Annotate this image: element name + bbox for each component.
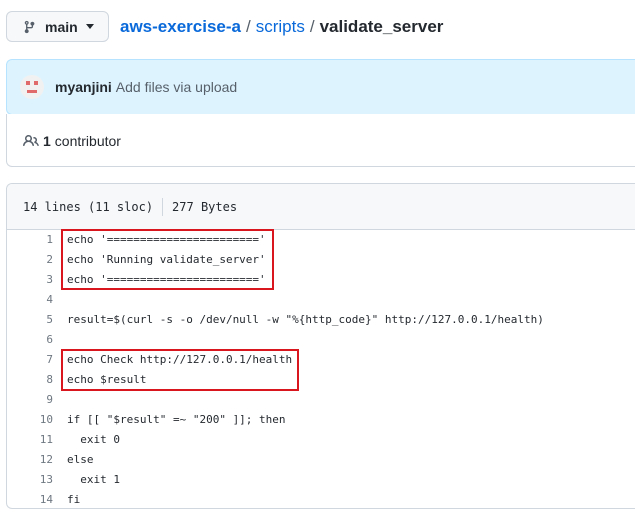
commit-message[interactable]: Add files via upload [116,79,237,95]
commit-summary: myanjini Add files via upload [55,79,237,95]
line-content: fi [67,493,81,506]
header-divider [162,197,164,216]
code-line: 13 exit 1 [7,470,635,490]
line-content: echo $result [67,373,147,386]
contributors-box: 1 contributor [6,114,635,167]
code-line: 3 echo '=======================' [7,270,635,290]
file-viewer: 14 lines (11 sloc) 277 Bytes 1 echo '====… [6,183,635,509]
line-number[interactable]: 11 [7,430,53,450]
line-number[interactable]: 3 [7,270,53,290]
line-content: else [67,453,94,466]
line-number[interactable]: 5 [7,310,53,330]
line-number[interactable]: 14 [7,490,53,508]
breadcrumb: aws-exercise-a / scripts / validate_server [120,17,443,37]
code-line: 12 else [7,450,635,470]
code-line: 9 [7,390,635,410]
line-content: echo Check http://127.0.0.1/health [67,353,293,366]
breadcrumb-folder-link[interactable]: scripts [256,17,305,36]
line-number[interactable]: 9 [7,390,53,410]
line-content: echo 'Running validate_server' [67,253,266,266]
code-line: 5 result=$(curl -s -o /dev/null -w "%{htt… [7,310,635,330]
file-line-count: 14 lines (11 sloc) [23,199,154,214]
contributor-count: 1 [43,133,51,149]
line-number[interactable]: 2 [7,250,53,270]
code-line: 11 exit 0 [7,430,635,450]
avatar[interactable] [20,75,44,99]
line-content: echo '=======================' [67,273,266,286]
code-line: 6 [7,330,635,350]
git-branch-icon [23,20,37,34]
line-number[interactable]: 13 [7,470,53,490]
line-content: result=$(curl -s -o /dev/null -w "%{http… [67,313,544,326]
latest-commit-box: myanjini Add files via upload [6,59,635,115]
line-content: echo '=======================' [67,233,266,246]
branch-label: main [45,18,78,35]
breadcrumb-separator: / [245,17,251,36]
line-number[interactable]: 1 [7,230,53,250]
people-icon [23,134,39,147]
code-line: 4 [7,290,635,310]
code-line: 1 echo '=======================' [7,230,635,250]
line-content: if [[ "$result" =~ "200" ]]; then [67,413,286,426]
line-number[interactable]: 7 [7,350,53,370]
commit-author-link[interactable]: myanjini [55,79,112,95]
code-line: 7 echo Check http://127.0.0.1/health [7,350,635,370]
code-line: 2 echo 'Running validate_server' [7,250,635,270]
line-content: exit 0 [67,433,120,446]
code-line: 10 if [[ "$result" =~ "200" ]]; then [7,410,635,430]
line-content: exit 1 [67,473,120,486]
line-number[interactable]: 12 [7,450,53,470]
code-line: 8 echo $result [7,370,635,390]
line-number[interactable]: 4 [7,290,53,310]
contributor-label: contributor [54,133,121,149]
code-line: 14 fi [7,490,635,508]
breadcrumb-repo-link[interactable]: aws-exercise-a [120,17,241,36]
line-number[interactable]: 6 [7,330,53,350]
branch-selector-button[interactable]: main [6,11,109,42]
breadcrumb-separator: / [309,17,315,36]
breadcrumb-file-name: validate_server [319,17,444,36]
code-block: 1 echo '=======================' 2 echo 'Ru… [7,230,635,508]
file-size: 277 Bytes [172,199,238,214]
line-number[interactable]: 8 [7,370,53,390]
contributors-link[interactable]: 1 contributor [43,133,121,149]
chevron-down-icon [85,24,94,29]
file-info-header: 14 lines (11 sloc) 277 Bytes [7,184,635,230]
line-number[interactable]: 10 [7,410,53,430]
